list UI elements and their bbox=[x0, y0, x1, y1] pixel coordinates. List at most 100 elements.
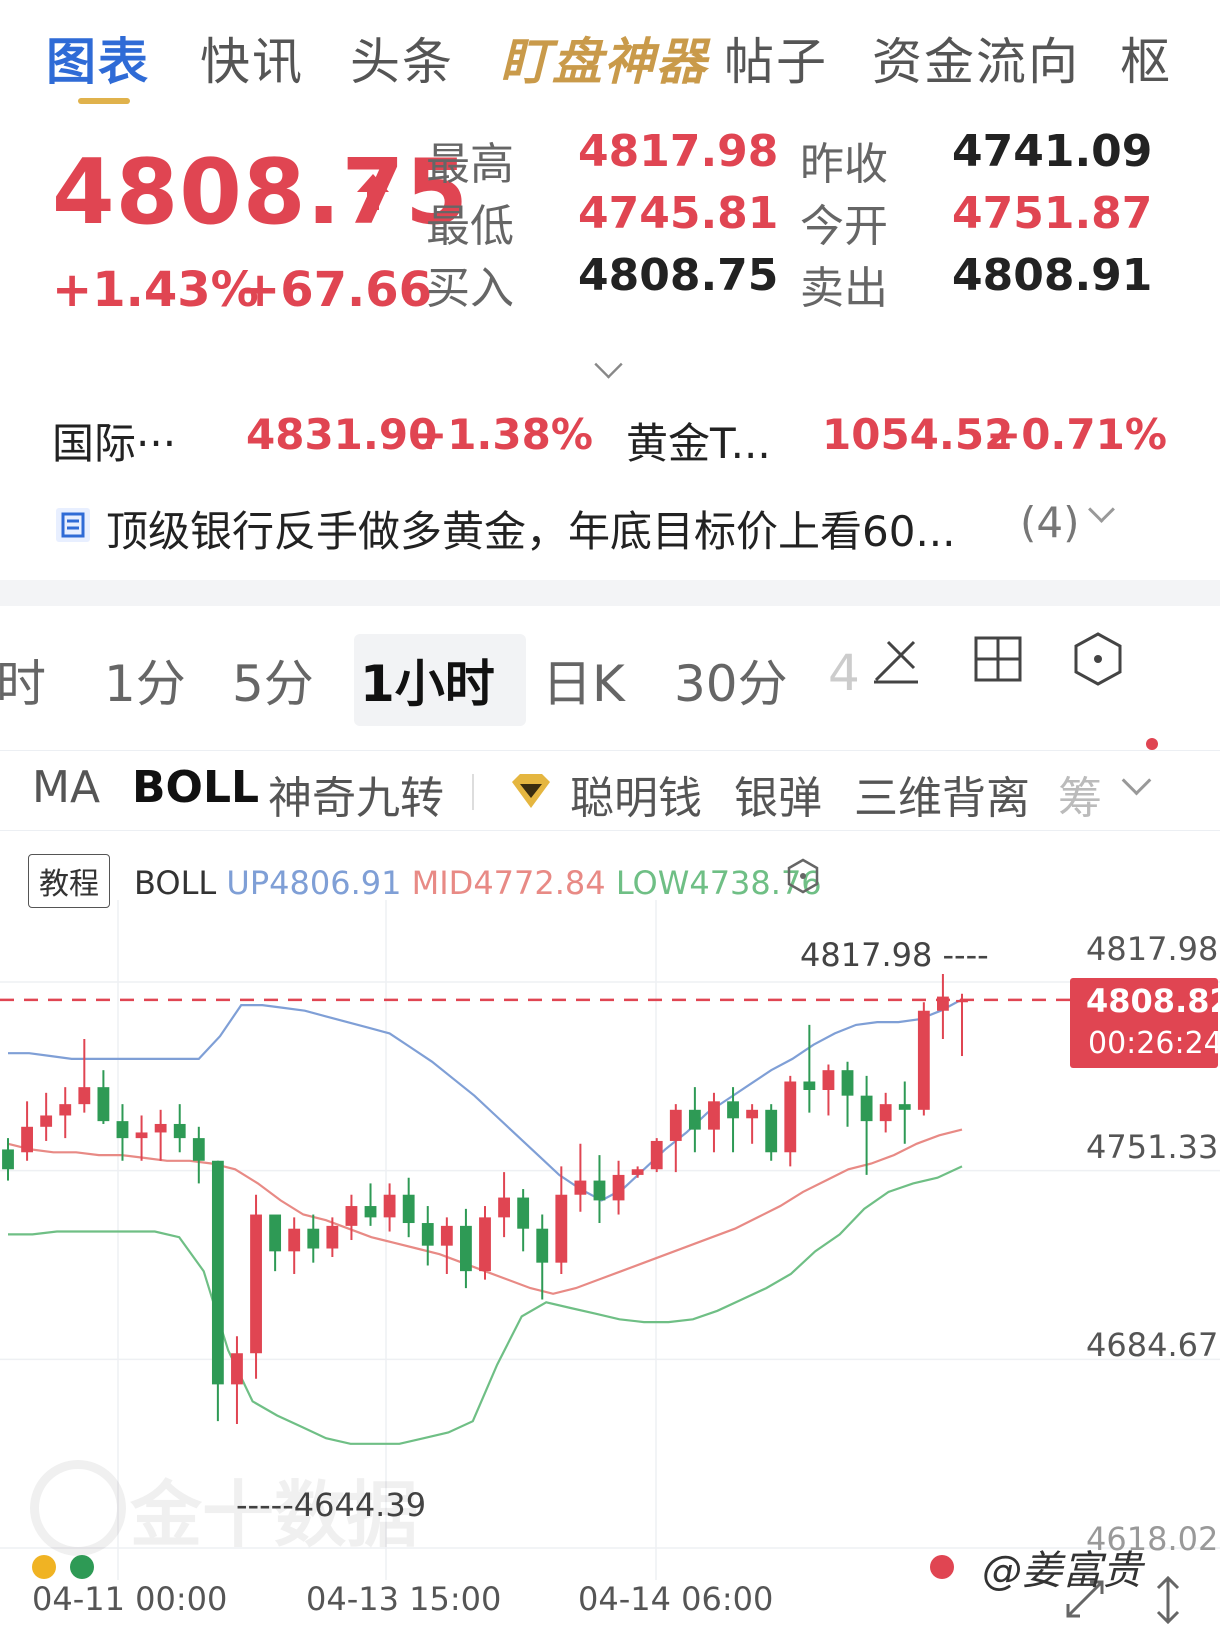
active-tab-indicator bbox=[78, 98, 130, 104]
author-credit: @姜富贵 bbox=[982, 1548, 1142, 1594]
candle-up bbox=[822, 1070, 835, 1090]
draw-tool-icon[interactable] bbox=[866, 630, 926, 690]
candle-up bbox=[21, 1126, 33, 1153]
candle-up bbox=[250, 1214, 262, 1354]
candle-down bbox=[536, 1228, 549, 1263]
news-expand-chevron-icon[interactable] bbox=[1088, 496, 1115, 523]
current-price-badge: 4808.82 00:26:24 bbox=[1070, 978, 1220, 1068]
candle-up bbox=[574, 1180, 587, 1195]
candle-up bbox=[555, 1194, 568, 1263]
red-dot[interactable] bbox=[930, 1555, 954, 1579]
candle-up bbox=[59, 1104, 72, 1116]
low-label: 最低 bbox=[426, 201, 514, 252]
boll-up-value: UP4806.91 bbox=[226, 864, 402, 902]
period-time[interactable]: 时 bbox=[0, 644, 46, 716]
period-30m[interactable]: 30分 bbox=[674, 644, 788, 716]
indicator-ma[interactable]: MA bbox=[32, 762, 100, 813]
candle-down bbox=[803, 1081, 816, 1090]
candle-up bbox=[78, 1087, 91, 1105]
candle-up bbox=[345, 1206, 358, 1226]
bid-label: 买入 bbox=[426, 263, 514, 314]
settings-hexagon-icon[interactable] bbox=[1070, 630, 1130, 690]
tab-watch-tool[interactable]: 盯盘神器 bbox=[500, 22, 708, 94]
last-price: 4808.75 bbox=[52, 140, 469, 245]
candle-up bbox=[669, 1109, 682, 1141]
candle-up bbox=[631, 1169, 644, 1175]
candle-up bbox=[917, 1010, 930, 1110]
layout-grid-icon[interactable] bbox=[970, 630, 1030, 690]
related-price-2: 1054.52 bbox=[822, 410, 1014, 459]
section-separator bbox=[0, 580, 1220, 606]
candle-down bbox=[517, 1197, 530, 1229]
candle-down bbox=[307, 1228, 320, 1249]
top-tab-bar: 图表 快讯 头条 盯盘神器 帖子 资金流向 枢 bbox=[0, 0, 1220, 110]
prev-close-value: 4741.09 bbox=[952, 126, 1153, 177]
related-name-1[interactable]: 国际··· bbox=[52, 410, 176, 471]
candle-up bbox=[154, 1123, 167, 1133]
bid-value: 4808.75 bbox=[578, 250, 779, 301]
period-1m[interactable]: 1分 bbox=[104, 644, 186, 716]
candle-down bbox=[898, 1104, 911, 1110]
tab-flash-news[interactable]: 快讯 bbox=[200, 22, 304, 94]
candle-down bbox=[860, 1095, 873, 1122]
candle-down bbox=[841, 1070, 854, 1096]
candle-up bbox=[746, 1109, 759, 1119]
indicator-magic-nine[interactable]: 神奇九转 bbox=[268, 762, 444, 826]
high-marker: 4817.98 ---- bbox=[800, 936, 989, 974]
boll-mid-value: MID4772.84 bbox=[411, 864, 606, 902]
vertical-arrows-icon[interactable] bbox=[1150, 1574, 1186, 1626]
indicator-silver-bullet[interactable]: 银弹 bbox=[734, 762, 822, 826]
indicator-divider bbox=[472, 774, 474, 810]
open-value: 4751.87 bbox=[952, 188, 1153, 239]
tab-headlines[interactable]: 头条 bbox=[350, 22, 454, 94]
period-5m[interactable]: 5分 bbox=[232, 644, 314, 716]
y-tick-1: 4817.98 bbox=[1086, 930, 1219, 968]
x-tick-1: 04-11 00:00 bbox=[32, 1580, 228, 1618]
prev-close-label: 昨收 bbox=[800, 139, 888, 190]
candle-down bbox=[727, 1101, 739, 1119]
green-dot[interactable] bbox=[70, 1555, 94, 1579]
candle-down bbox=[593, 1180, 606, 1201]
x-tick-3: 04-14 06:00 bbox=[578, 1580, 774, 1618]
high-value: 4817.98 bbox=[578, 126, 779, 177]
candle-up bbox=[440, 1225, 453, 1246]
tab-posts[interactable]: 帖子 bbox=[724, 22, 828, 94]
tab-capital-flow[interactable]: 资金流向 bbox=[872, 22, 1080, 94]
indicator-boll[interactable]: BOLL bbox=[132, 762, 259, 813]
candle-down bbox=[116, 1121, 129, 1139]
tab-more[interactable]: 枢 bbox=[1120, 22, 1172, 94]
candle-up bbox=[650, 1140, 663, 1170]
candle-down bbox=[192, 1138, 205, 1161]
tab-chart[interactable]: 图表 bbox=[46, 22, 150, 94]
candle-up bbox=[326, 1225, 339, 1249]
indicator-expand-chevron-icon[interactable] bbox=[1121, 765, 1152, 796]
news-count: (4) bbox=[1020, 498, 1080, 547]
boll-name: BOLL bbox=[134, 864, 217, 902]
yellow-dot[interactable] bbox=[32, 1555, 56, 1579]
expand-chevron-icon[interactable] bbox=[594, 350, 623, 379]
related-name-2[interactable]: 黄金T... bbox=[626, 410, 771, 471]
boll-settings-icon[interactable] bbox=[786, 858, 820, 894]
high-label: 最高 bbox=[426, 139, 514, 190]
candle-down bbox=[765, 1109, 778, 1153]
period-1h[interactable]: 1小时 bbox=[360, 644, 495, 716]
candle-up bbox=[708, 1101, 720, 1130]
related-change-1: +1.38% bbox=[412, 410, 593, 459]
indicator-3d-divergence[interactable]: 三维背离 bbox=[854, 762, 1030, 826]
watermark-text: 金十数据 bbox=[130, 1473, 419, 1557]
candle-up bbox=[288, 1228, 301, 1252]
candle-down bbox=[364, 1206, 377, 1218]
period-day[interactable]: 日K bbox=[542, 644, 625, 716]
bar-countdown: 00:26:24 bbox=[1088, 1026, 1220, 1061]
open-label: 今开 bbox=[800, 201, 888, 252]
low-value: 4745.81 bbox=[578, 188, 779, 239]
candle-up bbox=[383, 1194, 396, 1218]
candle-down bbox=[97, 1087, 110, 1122]
period-more[interactable]: 4 bbox=[828, 644, 860, 702]
indicator-smart-money[interactable]: 聪明钱 bbox=[570, 762, 702, 826]
up-arrow-icon bbox=[357, 174, 389, 210]
news-icon bbox=[56, 508, 90, 542]
candle-down bbox=[421, 1223, 434, 1246]
news-headline[interactable]: 顶级银行反手做多黄金，年底目标价上看60... bbox=[106, 498, 956, 559]
indicator-more[interactable]: 筹 bbox=[1058, 762, 1102, 826]
